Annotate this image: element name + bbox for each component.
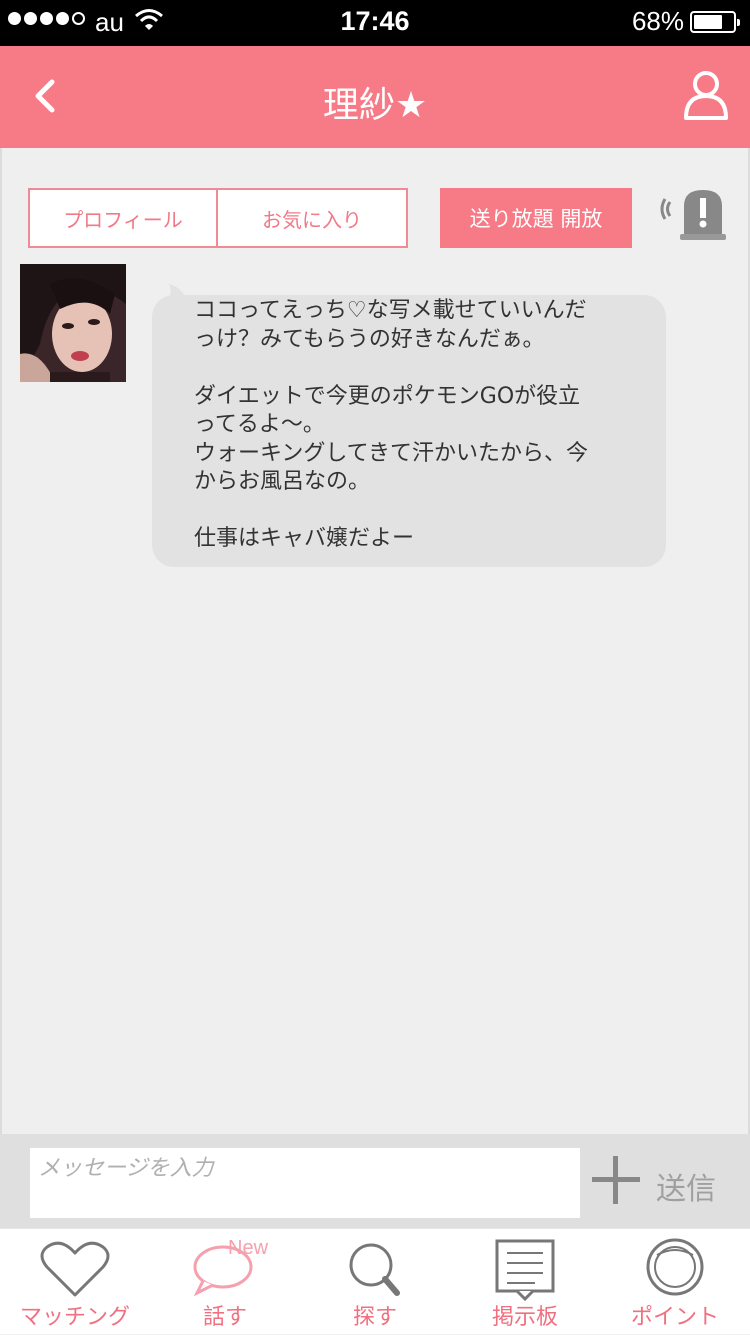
page-title: 理紗★ [322, 85, 428, 126]
tab-points[interactable]: ポイント [600, 1229, 750, 1335]
tab-label: マッチング [19, 1305, 130, 1330]
plus-icon [592, 1156, 640, 1204]
tab-search[interactable]: 探す [300, 1229, 450, 1335]
unlimited-messages-button[interactable]: 送り放題 開放 [440, 188, 632, 248]
tab-board[interactable]: 掲示板 [450, 1229, 600, 1335]
tab-label: 探す [352, 1305, 397, 1330]
message-bubble: ココってえっち♡な写メ載せていいんだ っけ？みてもらうの好きなんだぁ。 ダイエッ… [152, 295, 666, 567]
report-alert-icon[interactable] [658, 184, 726, 244]
send-button[interactable]: 送信 [656, 1164, 716, 1208]
new-badge: New [228, 1237, 269, 1259]
tab-label: ポイント [630, 1305, 719, 1330]
tab-label: 話す [202, 1305, 247, 1330]
user-photo [20, 264, 126, 382]
message-input-bar: 送信 [0, 1134, 750, 1228]
user-profile-button[interactable] [682, 68, 730, 124]
attach-button[interactable] [590, 1154, 642, 1206]
tab-matching[interactable]: マッチング [0, 1229, 150, 1335]
chat-area: プロフィール お気に入り 送り放題 開放 ココってえっち♡な写メ載せていいんだ … [0, 148, 750, 1134]
tab-talk[interactable]: New 話す [150, 1229, 300, 1335]
favorite-button[interactable]: お気に入り [218, 188, 408, 248]
board-icon [495, 1239, 555, 1301]
profile-button[interactable]: プロフィール [28, 188, 218, 248]
battery-percentage: 68% [631, 6, 684, 36]
tab-bar: マッチング New 話す 探す 掲示板 ポイント [0, 1228, 750, 1334]
status-bar: au 17:46 68% [0, 0, 750, 46]
heart-icon [40, 1241, 110, 1297]
coin-icon [646, 1238, 704, 1296]
tab-label: 掲示板 [491, 1305, 558, 1330]
avatar[interactable] [20, 264, 126, 382]
person-icon [684, 71, 728, 120]
battery-icon [690, 11, 740, 33]
chat-header: 理紗★ [0, 46, 750, 148]
message-input[interactable] [30, 1148, 580, 1218]
search-icon [349, 1243, 400, 1296]
